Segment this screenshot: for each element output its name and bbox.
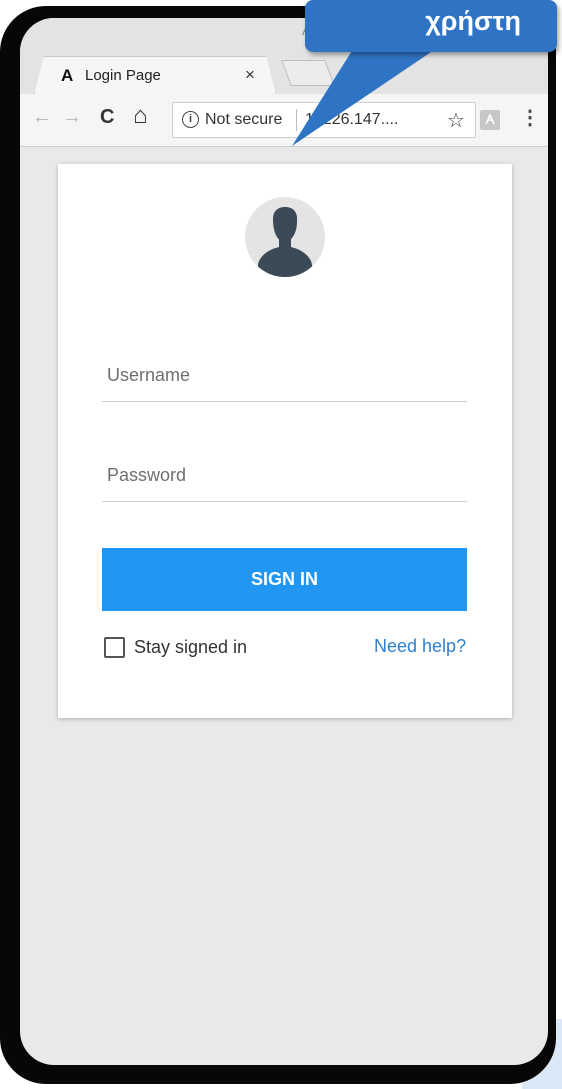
need-help-link[interactable]: Need help?	[374, 636, 466, 657]
user-avatar-icon	[245, 197, 325, 277]
sign-in-button[interactable]: SIGN IN	[102, 548, 467, 611]
password-input[interactable]	[102, 450, 467, 502]
phone-screen: A A Login Page × ← → C ⌂ i Not secure	[20, 18, 548, 1065]
username-input[interactable]	[102, 350, 467, 402]
stay-signed-in-checkbox[interactable]	[104, 637, 125, 658]
user-silhouette	[257, 207, 313, 277]
callout-text: χρήστη	[425, 6, 521, 36]
callout-bubble: χρήστη	[305, 0, 557, 52]
stage: A A Login Page × ← → C ⌂ i Not secure	[0, 0, 562, 1089]
phone-frame: A A Login Page × ← → C ⌂ i Not secure	[0, 6, 556, 1084]
stay-signed-in-label: Stay signed in	[134, 637, 248, 657]
login-card: SIGN IN Stay signed in Need help?	[58, 164, 512, 718]
